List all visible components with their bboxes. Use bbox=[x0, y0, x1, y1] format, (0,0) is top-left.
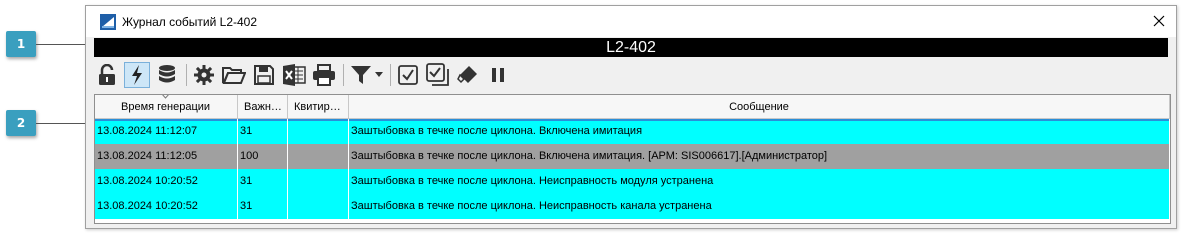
print-button[interactable] bbox=[311, 62, 337, 88]
pause-button[interactable] bbox=[485, 62, 511, 88]
table-row[interactable]: 13.08.2024 10:20:52 31 Заштыбовка в течке … bbox=[95, 194, 1170, 219]
realtime-events-button[interactable] bbox=[124, 62, 150, 88]
cell-message: Заштыбовка в течке после циклона. Включе… bbox=[349, 119, 1170, 144]
cell-ack bbox=[288, 194, 349, 219]
table-row[interactable]: 13.08.2024 10:20:52 31 Заштыбовка в течке … bbox=[95, 169, 1170, 194]
cell-severity: 31 bbox=[238, 194, 288, 219]
column-header-message[interactable]: Сообщение bbox=[349, 95, 1170, 118]
acknowledge-all-icon bbox=[426, 63, 449, 86]
cell-message: Заштыбовка в течке после циклона. Включе… bbox=[349, 144, 1170, 169]
column-label: Важн… bbox=[244, 101, 282, 113]
unlock-button[interactable] bbox=[94, 62, 120, 88]
acknowledge-icon bbox=[398, 65, 418, 85]
cell-severity: 100 bbox=[238, 144, 288, 169]
cell-time: 13.08.2024 10:20:52 bbox=[95, 194, 238, 219]
chevron-down-icon bbox=[374, 72, 383, 77]
lightning-icon bbox=[132, 65, 142, 85]
column-header-severity[interactable]: Важн… bbox=[238, 95, 288, 118]
cell-time: 13.08.2024 10:20:52 bbox=[95, 169, 238, 194]
print-icon bbox=[313, 64, 335, 86]
cell-severity: 31 bbox=[238, 169, 288, 194]
database-icon bbox=[159, 65, 175, 83]
settings-button[interactable] bbox=[191, 62, 217, 88]
cell-time: 13.08.2024 11:12:05 bbox=[95, 144, 238, 169]
eraser-icon bbox=[457, 66, 477, 84]
folder-open-icon bbox=[222, 67, 246, 84]
callout-2: 2 bbox=[6, 110, 36, 136]
table-row[interactable]: 13.08.2024 11:12:07 31 Заштыбовка в течке … bbox=[95, 119, 1170, 144]
acknowledge-button[interactable] bbox=[395, 62, 421, 88]
sort-desc-icon bbox=[162, 95, 169, 99]
gear-icon bbox=[194, 65, 214, 85]
column-label: Квитир… bbox=[294, 101, 341, 113]
filter-button[interactable] bbox=[348, 62, 384, 88]
column-label: Сообщение bbox=[729, 101, 789, 113]
cell-ack bbox=[288, 169, 349, 194]
column-header-ack[interactable]: Квитир… bbox=[288, 95, 349, 118]
cell-ack bbox=[288, 119, 349, 144]
excel-icon bbox=[283, 64, 306, 86]
cell-message: Заштыбовка в течке после циклона. Неиспр… bbox=[349, 194, 1170, 219]
unlock-icon bbox=[99, 64, 115, 85]
filter-icon bbox=[350, 66, 371, 84]
callout-1: 1 bbox=[6, 31, 36, 57]
table-row[interactable]: 13.08.2024 11:12:05 100 Заштыбовка в течке… bbox=[95, 144, 1170, 169]
cell-time: 13.08.2024 11:12:07 bbox=[95, 119, 238, 144]
device-banner: L2-402 bbox=[94, 38, 1168, 57]
close-icon[interactable] bbox=[1150, 12, 1168, 30]
app-logo-icon bbox=[100, 13, 116, 30]
cell-severity: 31 bbox=[238, 119, 288, 144]
archive-button[interactable] bbox=[154, 62, 180, 88]
pause-icon bbox=[492, 68, 504, 82]
clear-button[interactable] bbox=[455, 62, 481, 88]
title-bar[interactable]: Журнал событий L2-402 bbox=[86, 6, 1176, 37]
open-button[interactable] bbox=[221, 62, 247, 88]
column-label: Время генерации bbox=[121, 101, 211, 113]
cell-message: Заштыбовка в течке после циклона. Неиспр… bbox=[349, 169, 1170, 194]
export-excel-button[interactable] bbox=[281, 62, 307, 88]
save-button[interactable] bbox=[251, 62, 277, 88]
toolbar-separator bbox=[343, 64, 344, 86]
toolbar bbox=[94, 59, 1168, 91]
column-header-time[interactable]: Время генерации bbox=[95, 95, 238, 118]
table-header: Время генерации Важн… Квитир… Сообщение bbox=[95, 95, 1170, 119]
toolbar-separator bbox=[390, 64, 391, 86]
window-title: Журнал событий L2-402 bbox=[122, 14, 258, 29]
save-icon bbox=[254, 65, 274, 85]
acknowledge-all-button[interactable] bbox=[425, 62, 451, 88]
event-table: Время генерации Важн… Квитир… Сообщение … bbox=[94, 94, 1171, 224]
toolbar-separator bbox=[186, 64, 187, 86]
event-log-window: Журнал событий L2-402 L2-402 Время генер… bbox=[85, 5, 1177, 229]
cell-ack bbox=[288, 144, 349, 169]
